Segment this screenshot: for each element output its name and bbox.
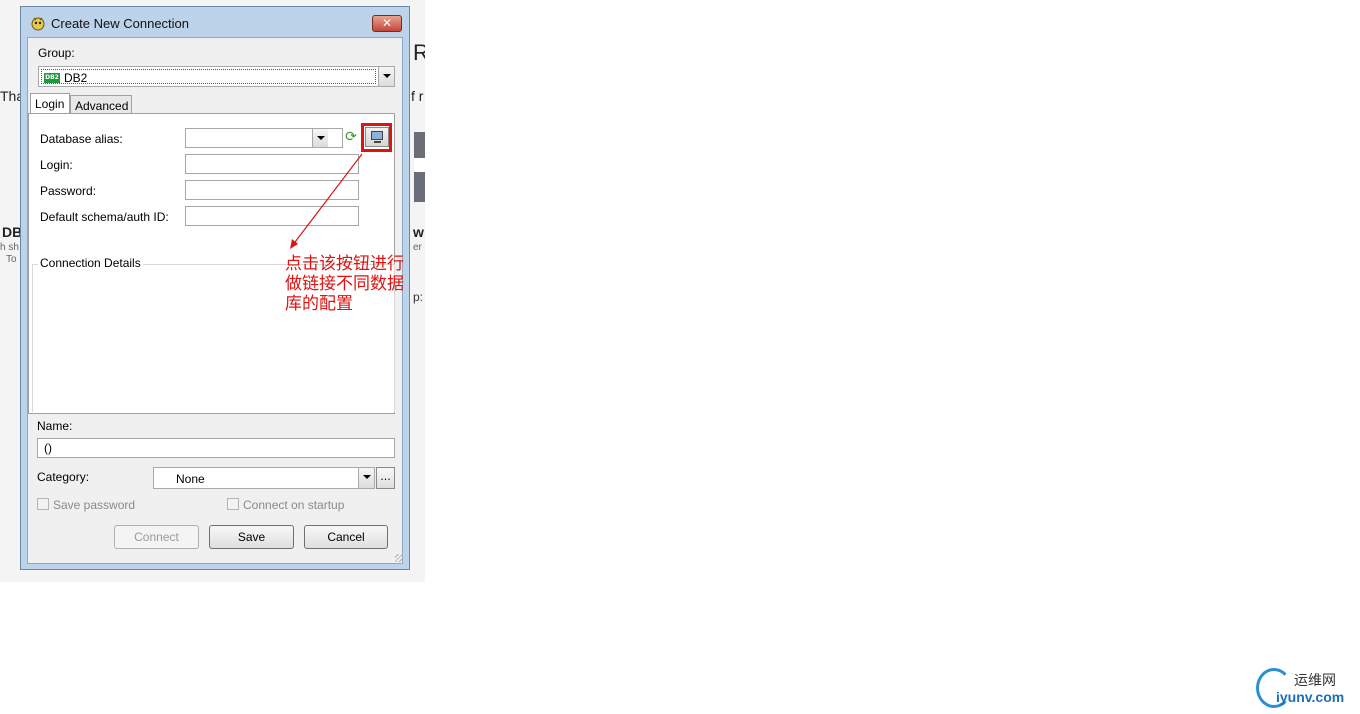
bg-text-fragment: er <box>413 242 422 253</box>
logo-cn-text: 运维网 <box>1294 673 1336 689</box>
connect-button[interactable]: Connect <box>114 525 199 549</box>
close-icon: ✕ <box>381 16 393 30</box>
bg-graphic <box>414 158 425 172</box>
bg-text-fragment: R <box>413 40 425 65</box>
database-alias-label: Database alias: <box>40 132 123 146</box>
schema-input[interactable] <box>185 206 359 226</box>
bg-text-fragment: To <box>6 254 17 265</box>
watermark-logo: 运维网 iyunv.com <box>1256 668 1356 710</box>
resize-grip[interactable] <box>395 554 403 562</box>
schema-label: Default schema/auth ID: <box>40 210 169 224</box>
name-value: () <box>44 441 52 455</box>
save-button[interactable]: Save <box>209 525 294 549</box>
bg-text-fragment: h sh <box>0 242 19 253</box>
password-label: Password: <box>40 184 97 198</box>
annotation-text: 点击该按钮进行 做链接不同数据 库的配置 <box>285 254 404 314</box>
close-button[interactable]: ✕ <box>372 15 402 32</box>
login-label: Login: <box>40 158 73 172</box>
db2-icon: DB2 <box>44 73 60 83</box>
database-alias-combo[interactable] <box>185 128 343 148</box>
cancel-button[interactable]: Cancel <box>304 525 388 549</box>
login-input[interactable] <box>185 154 359 174</box>
save-password-label: Save password <box>53 498 136 512</box>
category-dropdown[interactable]: None <box>153 467 375 489</box>
bg-text-fragment: f r <box>411 88 424 104</box>
password-input[interactable] <box>185 180 359 200</box>
save-password-checkbox[interactable] <box>37 498 49 510</box>
group-label: Group: <box>38 46 75 60</box>
name-input[interactable]: () <box>37 438 395 458</box>
dialog-title: Create New Connection <box>51 16 190 31</box>
group-dropdown[interactable]: DB2 DB2 <box>38 66 395 87</box>
category-value: None <box>176 472 205 486</box>
bg-text-fragment: w <box>413 224 424 240</box>
connection-details-title: Connection Details <box>38 256 143 270</box>
name-label: Name: <box>37 419 73 433</box>
chevron-down-icon[interactable] <box>378 67 394 86</box>
tab-login[interactable]: Login <box>30 93 70 115</box>
category-label: Category: <box>37 470 90 484</box>
category-browse-button[interactable]: ... <box>376 467 395 489</box>
connect-on-startup-label: Connect on startup <box>243 498 345 512</box>
logo-en-text: iyunv.com <box>1276 689 1345 705</box>
chevron-down-icon[interactable] <box>312 129 328 147</box>
chevron-down-icon[interactable] <box>358 468 374 488</box>
annotation-highlight-box <box>361 123 392 152</box>
group-selection: DB2 DB2 <box>41 69 376 85</box>
app-icon <box>31 17 45 31</box>
refresh-icon[interactable]: ⟳ <box>343 129 359 145</box>
connect-on-startup-checkbox[interactable] <box>227 498 239 510</box>
tab-advanced[interactable]: Advanced <box>70 95 132 115</box>
dialog-titlebar[interactable]: Create New Connection ✕ <box>21 7 409 37</box>
group-value: DB2 <box>64 71 88 85</box>
